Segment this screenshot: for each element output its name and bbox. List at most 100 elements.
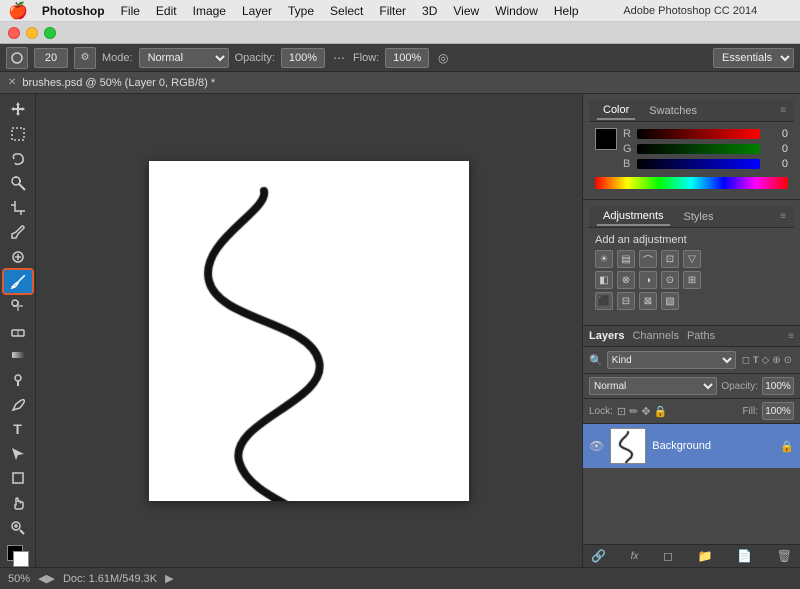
adj-hsl[interactable]: ◧ [595, 271, 613, 289]
adj-panel-menu[interactable]: ≡ [780, 211, 786, 222]
tool-text[interactable]: T [4, 418, 32, 441]
tool-eraser[interactable] [4, 319, 32, 342]
filter-smart-icon[interactable]: ⊕ [772, 355, 780, 366]
tab-layers[interactable]: Layers [589, 330, 624, 342]
adj-gradient-map[interactable]: ▧ [661, 292, 679, 310]
foreground-color-swatch[interactable] [595, 128, 617, 150]
adj-levels[interactable]: ▤ [617, 250, 635, 268]
adj-curves[interactable]: ⌒ [639, 250, 657, 268]
tool-gradient[interactable] [4, 344, 32, 367]
filter-shape-icon[interactable]: ◇ [762, 355, 770, 366]
adj-brightness[interactable]: ☀ [595, 250, 613, 268]
new-group-icon[interactable]: 📁 [698, 549, 713, 563]
menu-filter[interactable]: Filter [373, 3, 412, 19]
filter-kind-dropdown[interactable]: Kind [607, 351, 736, 369]
drawing-canvas[interactable] [149, 161, 469, 501]
color-panel-menu[interactable]: ≡ [780, 105, 786, 116]
tool-path-select[interactable] [4, 443, 32, 466]
blue-slider[interactable] [637, 159, 760, 169]
tool-lasso[interactable] [4, 147, 32, 170]
adj-threshold[interactable]: ⊠ [639, 292, 657, 310]
tool-move[interactable] [4, 98, 32, 121]
tab-color[interactable]: Color [597, 102, 635, 120]
adj-photo-filter[interactable]: ⊙ [661, 271, 679, 289]
green-slider[interactable] [637, 144, 760, 154]
airbrush-icon[interactable]: ⋯ [331, 50, 347, 66]
green-value: 0 [766, 143, 788, 155]
menu-view[interactable]: View [447, 3, 485, 19]
menu-window[interactable]: Window [489, 3, 544, 19]
filter-pixel-icon[interactable]: ◻ [742, 355, 750, 366]
tool-magic-wand[interactable] [4, 172, 32, 195]
stylus-pressure-icon[interactable]: ◎ [435, 50, 451, 66]
tool-crop[interactable] [4, 196, 32, 219]
menu-layer[interactable]: Layer [236, 3, 278, 19]
fill-value[interactable] [762, 402, 794, 420]
adj-channel-mixer[interactable]: ⊞ [683, 271, 701, 289]
tool-clone[interactable] [4, 295, 32, 318]
adj-black-white[interactable]: ◑ [639, 271, 657, 289]
tool-healing[interactable] [4, 246, 32, 269]
tool-shape[interactable] [4, 467, 32, 490]
fx-button[interactable]: fx [631, 551, 639, 562]
adj-vibrance[interactable]: ▽ [683, 250, 701, 268]
menu-type[interactable]: Type [282, 3, 320, 19]
lock-paint-icon[interactable]: ✏ [629, 405, 638, 418]
layer-visibility-icon[interactable]: 👁 [589, 439, 604, 453]
tool-dodge[interactable] [4, 369, 32, 392]
filter-color-icon[interactable]: ⊙ [784, 355, 792, 366]
brush-settings-button[interactable]: ⚙ [74, 47, 96, 69]
link-icon[interactable]: 🔗 [591, 549, 606, 563]
brush-preset-picker[interactable] [6, 47, 28, 69]
adj-posterize[interactable]: ⊟ [617, 292, 635, 310]
tool-pen[interactable] [4, 393, 32, 416]
tab-swatches[interactable]: Swatches [643, 103, 703, 119]
tool-marquee[interactable] [4, 123, 32, 146]
red-slider[interactable] [637, 129, 760, 139]
tab-styles[interactable]: Styles [678, 209, 720, 225]
new-layer-icon[interactable]: 📄 [737, 549, 752, 563]
layer-background-row[interactable]: 👁 Background 🔒 [583, 424, 800, 468]
tab-paths[interactable]: Paths [687, 330, 715, 342]
flow-input[interactable] [385, 48, 429, 68]
filter-text-icon[interactable]: T [753, 355, 759, 365]
menu-select[interactable]: Select [324, 3, 369, 19]
tab-close-button[interactable]: ✕ [8, 77, 16, 88]
close-button[interactable] [8, 27, 20, 39]
info-arrows[interactable]: ▶ [165, 572, 173, 585]
tool-eyedropper[interactable] [4, 221, 32, 244]
lock-all-icon[interactable]: 🔒 [654, 405, 668, 418]
tool-zoom[interactable] [4, 516, 32, 539]
lock-move-icon[interactable]: ✥ [641, 405, 650, 418]
maximize-button[interactable] [44, 27, 56, 39]
canvas-area[interactable] [36, 94, 582, 567]
tab-adjustments[interactable]: Adjustments [597, 208, 670, 226]
layer-blend-dropdown[interactable]: Normal [589, 377, 717, 395]
layers-panel-menu[interactable]: ≡ [788, 331, 794, 342]
tab-channels[interactable]: Channels [632, 330, 678, 342]
menu-help[interactable]: Help [548, 3, 585, 19]
workspace-dropdown[interactable]: Essentials [713, 48, 794, 68]
foreground-background-colors[interactable] [7, 545, 29, 567]
opacity-input[interactable] [281, 48, 325, 68]
delete-layer-icon[interactable]: 🗑 [777, 549, 792, 563]
adj-color-balance[interactable]: ⊗ [617, 271, 635, 289]
adj-exposure[interactable]: ⊡ [661, 250, 679, 268]
minimize-button[interactable] [26, 27, 38, 39]
brush-size-input[interactable] [34, 48, 68, 68]
opacity-value[interactable] [762, 377, 794, 395]
color-spectrum[interactable] [595, 177, 788, 189]
tool-hand[interactable] [4, 492, 32, 515]
tool-brush[interactable] [4, 270, 32, 293]
lock-transparent-icon[interactable]: ⊡ [617, 405, 626, 418]
menu-3d[interactable]: 3D [416, 3, 443, 19]
add-mask-icon[interactable]: ◻ [663, 549, 673, 563]
menu-image[interactable]: Image [187, 3, 232, 19]
menu-edit[interactable]: Edit [150, 3, 183, 19]
menu-photoshop[interactable]: Photoshop [36, 3, 111, 19]
zoom-arrows[interactable]: ◀▶ [38, 572, 55, 585]
menu-file[interactable]: File [115, 3, 146, 19]
blend-mode-dropdown[interactable]: Normal [139, 48, 229, 68]
adj-invert[interactable]: ⬛ [595, 292, 613, 310]
flow-label: Flow: [353, 52, 379, 64]
